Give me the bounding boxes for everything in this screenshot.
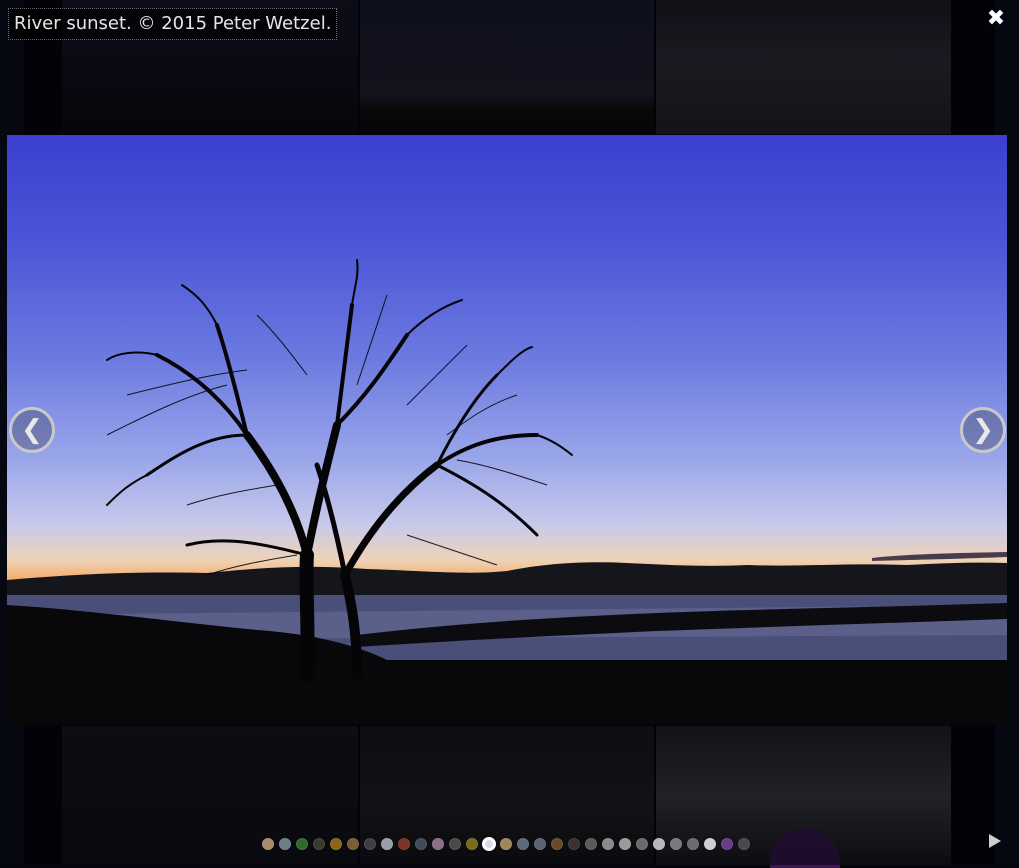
slideshow-dot[interactable] [500,838,512,850]
slideshow-dot[interactable] [636,838,648,850]
previous-photo-button[interactable]: ❮ [9,407,55,453]
slideshow-dot[interactable] [449,838,461,850]
cloud-streak [872,552,1007,561]
slideshow-dot[interactable] [551,838,563,850]
slideshow-dot[interactable] [585,838,597,850]
slideshow-dot[interactable] [296,838,308,850]
slideshow-dots [262,838,750,852]
photo-caption: River sunset. © 2015 Peter Wetzel. [8,8,338,40]
slideshow-dot[interactable] [517,838,529,850]
slideshow-dot[interactable] [602,838,614,850]
slideshow-dot[interactable] [330,838,342,850]
slideshow-dot[interactable] [721,838,733,850]
slideshow-dot[interactable] [670,838,682,850]
close-icon[interactable]: ✖ [985,8,1007,30]
tree-fine-branches [106,294,548,576]
next-photo-button[interactable]: ❯ [960,407,1006,453]
slideshow-dot[interactable] [619,838,631,850]
slideshow-dot[interactable] [415,838,427,850]
slideshow-dot[interactable] [466,838,478,850]
slideshow-dot[interactable] [313,838,325,850]
slideshow-dot[interactable] [279,838,291,850]
slideshow-dot[interactable] [568,838,580,850]
slideshow-dot[interactable] [738,838,750,850]
photo-scene [7,259,1007,725]
slideshow-dot[interactable] [262,838,274,850]
main-photo [7,135,1007,725]
slideshow-dot[interactable] [432,838,444,850]
slideshow-dot[interactable] [364,838,376,850]
slideshow-dot[interactable] [704,838,716,850]
slideshow-dot[interactable] [653,838,665,850]
slideshow-dot[interactable] [347,838,359,850]
slideshow-dot[interactable] [687,838,699,850]
slideshow-dot[interactable] [398,838,410,850]
slideshow-dot[interactable] [534,838,546,850]
slideshow-dot[interactable] [381,838,393,850]
play-icon[interactable] [989,834,1001,848]
slideshow-dot[interactable] [483,838,495,850]
